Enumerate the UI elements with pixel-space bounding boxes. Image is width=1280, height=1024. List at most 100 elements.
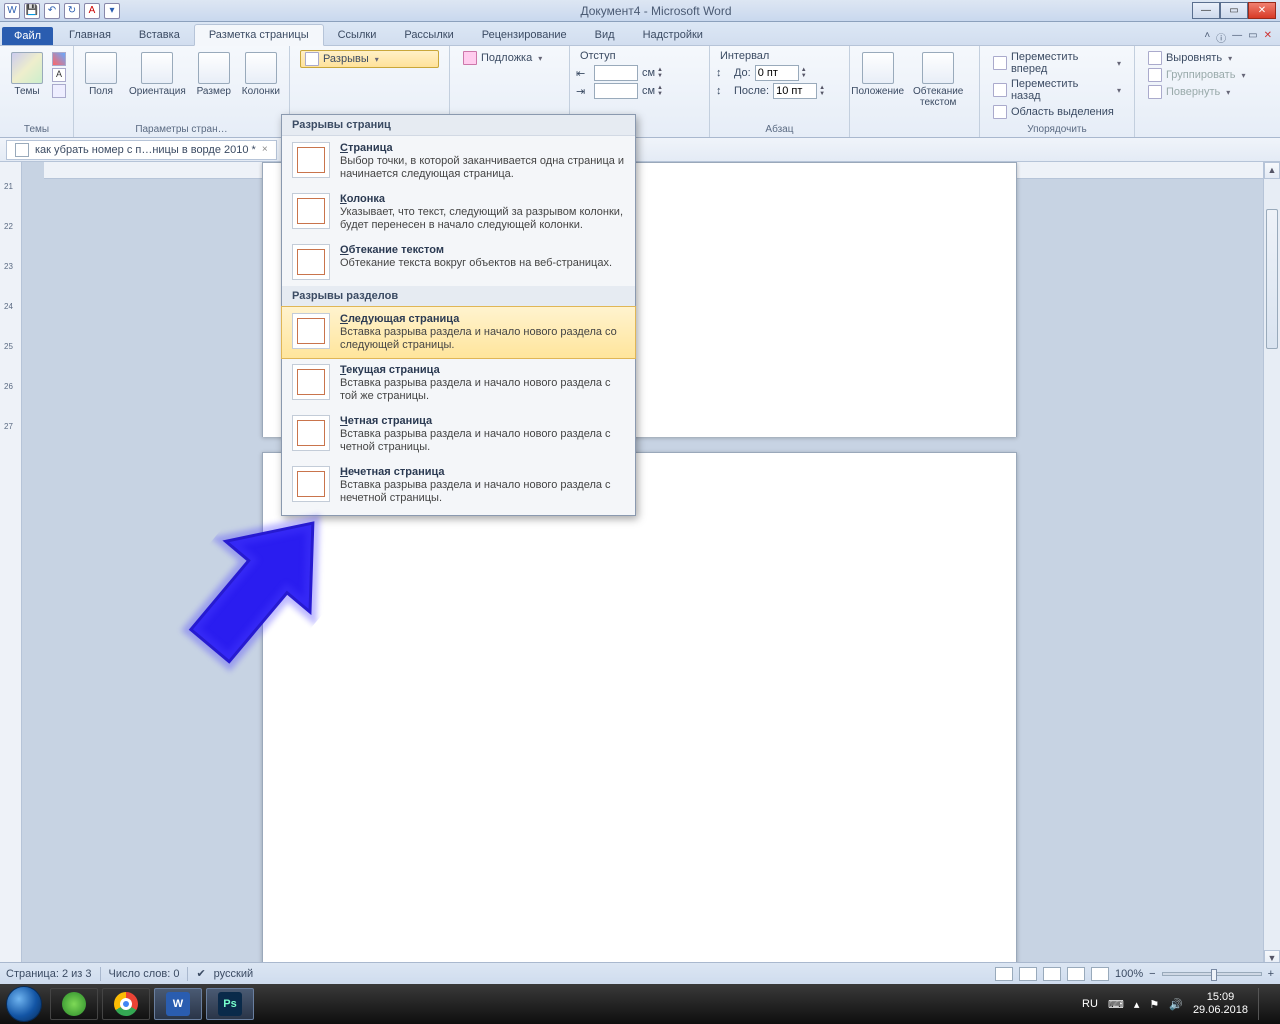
taskbar-photoshop[interactable]: Ps: [206, 988, 254, 1020]
help-icon[interactable]: ⓘ: [1216, 30, 1226, 45]
close-tab-icon[interactable]: ×: [262, 144, 268, 155]
language-status[interactable]: русский: [214, 968, 253, 980]
proofing-icon[interactable]: ✔: [196, 967, 205, 980]
bring-forward-button[interactable]: Переместить вперед: [990, 50, 1124, 76]
taskbar-word[interactable]: W: [154, 988, 202, 1020]
menu-item-title: Нечетная страница: [340, 466, 625, 478]
indent-right-icon: ⇥: [576, 85, 590, 98]
menu-item-icon: [292, 466, 330, 502]
tab-insert[interactable]: Вставка: [125, 25, 194, 45]
close-button[interactable]: ✕: [1248, 2, 1276, 19]
menu-item[interactable]: КолонкаУказывает, что текст, следующий з…: [282, 187, 635, 238]
tab-file[interactable]: Файл: [2, 27, 53, 45]
menu-item[interactable]: Четная страницаВставка разрыва раздела и…: [282, 409, 635, 460]
word-count[interactable]: Число слов: 0: [109, 968, 180, 980]
ribbon-minimize-icon[interactable]: ˄: [1204, 30, 1210, 45]
position-button[interactable]: Положение: [856, 48, 899, 122]
spacing-after-input[interactable]: [773, 83, 817, 99]
theme-effects-icon[interactable]: [52, 84, 66, 98]
redo-icon[interactable]: ↻: [64, 3, 80, 19]
scroll-up-icon[interactable]: ▲: [1264, 162, 1280, 179]
save-icon[interactable]: 💾: [24, 3, 40, 19]
send-backward-button[interactable]: Переместить назад: [990, 77, 1124, 103]
start-button[interactable]: [6, 986, 42, 1022]
tray-flag-icon[interactable]: ⚑: [1149, 998, 1159, 1011]
breaks-button[interactable]: Разрывы: [300, 50, 439, 68]
print-layout-view-button[interactable]: [995, 967, 1013, 981]
watermark-icon: [463, 51, 477, 65]
web-layout-view-button[interactable]: [1043, 967, 1061, 981]
rotate-button[interactable]: Повернуть: [1145, 84, 1277, 100]
zoom-out-button[interactable]: −: [1149, 968, 1155, 980]
spinner-icon[interactable]: ▲▼: [657, 85, 663, 97]
indent-right-input[interactable]: [594, 83, 638, 99]
inner-minimize-button[interactable]: —: [1232, 30, 1242, 45]
tab-page-layout[interactable]: Разметка страницы: [194, 24, 324, 46]
spinner-icon[interactable]: ▲▼: [819, 85, 825, 97]
tab-mailings[interactable]: Рассылки: [390, 25, 467, 45]
maximize-button[interactable]: ▭: [1220, 2, 1248, 19]
spinner-icon[interactable]: ▲▼: [657, 67, 663, 79]
margins-button[interactable]: Поля: [80, 48, 122, 122]
minimize-button[interactable]: —: [1192, 2, 1220, 19]
tray-lang[interactable]: RU: [1082, 998, 1098, 1010]
position-icon: [862, 52, 894, 84]
theme-colors-icon[interactable]: [52, 52, 66, 66]
page-2[interactable]: [262, 452, 1017, 984]
qat-more-icon[interactable]: ▾: [104, 3, 120, 19]
align-button[interactable]: Выровнять: [1145, 50, 1277, 66]
scrollbar-thumb[interactable]: [1266, 209, 1278, 349]
group-arrange-label: Упорядочить: [986, 122, 1128, 135]
wrap-text-button[interactable]: Обтекание текстом: [903, 48, 973, 122]
orientation-button[interactable]: Ориентация: [126, 48, 189, 122]
size-button[interactable]: Размер: [193, 48, 235, 122]
themes-button[interactable]: Темы: [6, 48, 48, 122]
spinner-icon[interactable]: ▲▼: [801, 67, 807, 79]
tray-volume-icon[interactable]: 🔊: [1169, 998, 1183, 1011]
vertical-ruler[interactable]: /*populated below*/ 21222324252627: [0, 162, 22, 984]
font-color-icon[interactable]: A: [84, 3, 100, 19]
undo-icon[interactable]: ↶: [44, 3, 60, 19]
spacing-before-input[interactable]: [755, 65, 799, 81]
tray-up-icon[interactable]: ▴: [1134, 998, 1140, 1011]
word-app-icon[interactable]: W: [4, 3, 20, 19]
indent-left-input[interactable]: [594, 65, 638, 81]
zoom-slider[interactable]: [1162, 972, 1262, 976]
columns-button[interactable]: Колонки: [239, 48, 283, 122]
zoom-level[interactable]: 100%: [1115, 968, 1143, 980]
menu-item-desc: Указывает, что текст, следующий за разры…: [340, 206, 625, 232]
inner-close-button[interactable]: ✕: [1264, 30, 1272, 45]
theme-fonts-icon[interactable]: A: [52, 68, 66, 82]
breaks-icon: [305, 52, 319, 66]
menu-item-desc: Вставка разрыва раздела и начало нового …: [340, 377, 625, 403]
draft-view-button[interactable]: [1091, 967, 1109, 981]
window-title: Документ4 - Microsoft Word: [120, 4, 1192, 18]
zoom-in-button[interactable]: +: [1268, 968, 1274, 980]
tray-keyboard-icon[interactable]: ⌨: [1108, 998, 1124, 1011]
tab-addins[interactable]: Надстройки: [629, 25, 717, 45]
menu-item[interactable]: СтраницаВыбор точки, в которой заканчива…: [282, 136, 635, 187]
tab-view[interactable]: Вид: [581, 25, 629, 45]
taskbar-app-1[interactable]: [50, 988, 98, 1020]
tab-review[interactable]: Рецензирование: [468, 25, 581, 45]
paper-area[interactable]: 1234567891011121314151617 ▲ ▼ ◦: [22, 162, 1280, 984]
tab-references[interactable]: Ссылки: [324, 25, 391, 45]
menu-item[interactable]: Следующая страницаВставка разрыва раздел…: [282, 307, 635, 358]
vertical-scrollbar[interactable]: ▲ ▼ ◦: [1263, 162, 1280, 984]
document-tab[interactable]: как убрать номер с п…ницы в ворде 2010 *…: [6, 140, 277, 160]
outline-view-button[interactable]: [1067, 967, 1085, 981]
menu-item[interactable]: Текущая страницаВставка разрыва раздела …: [282, 358, 635, 409]
menu-item[interactable]: Обтекание текстомОбтекание текста вокруг…: [282, 238, 635, 286]
taskbar-chrome[interactable]: [102, 988, 150, 1020]
show-desktop-button[interactable]: [1258, 988, 1268, 1020]
windows-taskbar: W Ps RU ⌨ ▴ ⚑ 🔊 15:09 29.06.2018: [0, 984, 1280, 1024]
tab-home[interactable]: Главная: [55, 25, 125, 45]
tray-clock[interactable]: 15:09 29.06.2018: [1193, 991, 1248, 1017]
inner-restore-button[interactable]: ▭: [1248, 30, 1257, 45]
page-count[interactable]: Страница: 2 из 3: [6, 968, 92, 980]
selection-pane-button[interactable]: Область выделения: [990, 104, 1124, 120]
group-objects-button[interactable]: Группировать: [1145, 67, 1277, 83]
menu-item[interactable]: Нечетная страницаВставка разрыва раздела…: [282, 460, 635, 511]
full-screen-view-button[interactable]: [1019, 967, 1037, 981]
indent-label: Отступ: [576, 48, 703, 64]
